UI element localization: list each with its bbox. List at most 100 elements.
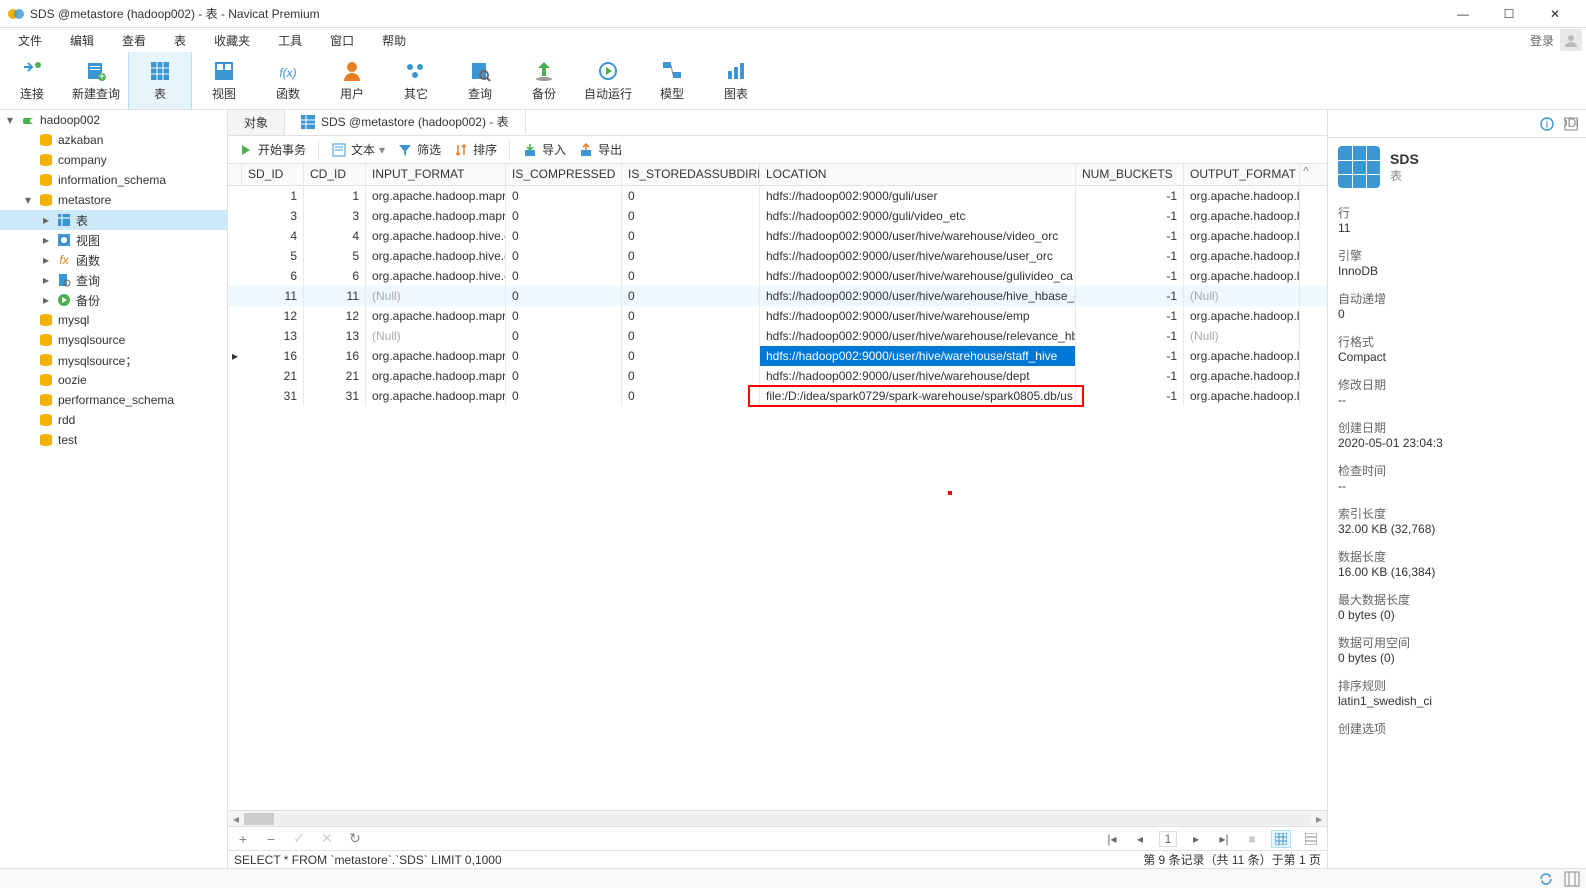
col-CD_ID[interactable]: CD_ID <box>304 164 366 184</box>
sort-button[interactable]: 排序 <box>453 141 497 158</box>
scroll-right-icon[interactable]: ▸ <box>1311 812 1327 826</box>
cell[interactable]: hdfs://hadoop002:9000/user/hive/warehous… <box>760 226 1076 246</box>
menu-收藏夹[interactable]: 收藏夹 <box>200 30 264 51</box>
toolbar-model-button[interactable]: 模型 <box>640 52 704 109</box>
cell[interactable]: org.apache.hadoop.h <box>1184 366 1300 386</box>
cell[interactable]: org.apache.hadoop.h <box>1184 346 1300 366</box>
cell[interactable]: file:/D:/idea/spark0729/spark-warehouse/… <box>760 386 1076 406</box>
cell[interactable]: 0 <box>506 306 622 326</box>
tree-azkaban[interactable]: azkaban <box>0 130 227 150</box>
grid-view-button[interactable] <box>1271 830 1291 848</box>
expand-icon[interactable]: ▾ <box>4 113 16 127</box>
ddl-icon[interactable]: DDL <box>1562 115 1580 133</box>
toolbar-view-button[interactable]: 视图 <box>192 52 256 109</box>
cell[interactable]: 1 <box>242 186 304 206</box>
toolbar-plug-button[interactable]: 连接 <box>0 52 64 109</box>
minimize-button[interactable]: — <box>1440 0 1486 28</box>
col-IS_STOREDASSUBDIRECT[interactable]: IS_STOREDASSUBDIRECT <box>622 164 760 184</box>
col-IS_COMPRESSED[interactable]: IS_COMPRESSED <box>506 164 622 184</box>
col-SD_ID[interactable]: SD_ID <box>242 164 304 184</box>
toolbar-backup-button[interactable]: 备份 <box>512 52 576 109</box>
menu-帮助[interactable]: 帮助 <box>368 30 420 51</box>
cell[interactable]: 4 <box>242 226 304 246</box>
cell[interactable]: 0 <box>506 206 622 226</box>
col-NUM_BUCKETS[interactable]: NUM_BUCKETS <box>1076 164 1184 184</box>
scroll-thumb[interactable] <box>244 813 274 825</box>
cell[interactable]: 11 <box>242 286 304 306</box>
cell[interactable]: 5 <box>242 246 304 266</box>
horizontal-scrollbar[interactable]: ◂ ▸ <box>228 810 1327 826</box>
cell[interactable]: org.apache.hadoop.h <box>1184 186 1300 206</box>
cell[interactable]: 0 <box>622 346 760 366</box>
cell[interactable]: org.apache.hadoop.h <box>1184 266 1300 286</box>
toolbar-query-button[interactable]: 查询 <box>448 52 512 109</box>
tree-oozie[interactable]: oozie <box>0 370 227 390</box>
cell[interactable]: org.apache.hadoop.h <box>1184 246 1300 266</box>
expand-icon[interactable]: ▸ <box>40 233 52 247</box>
table-row[interactable]: 1212org.apache.hadoop.mapr00hdfs://hadoo… <box>228 306 1327 326</box>
cell[interactable]: -1 <box>1076 206 1184 226</box>
tree-information_schema[interactable]: information_schema <box>0 170 227 190</box>
cell[interactable]: hdfs://hadoop002:9000/guli/video_etc <box>760 206 1076 226</box>
text-button[interactable]: 文本 ▾ <box>331 141 385 158</box>
col-OUTPUT_FORMAT[interactable]: OUTPUT_FORMAT <box>1184 164 1300 184</box>
cell[interactable]: -1 <box>1076 246 1184 266</box>
cell[interactable]: 12 <box>242 306 304 326</box>
cell[interactable]: -1 <box>1076 386 1184 406</box>
tree-备份[interactable]: ▸备份 <box>0 290 227 310</box>
table-row[interactable]: 55org.apache.hadoop.hive.c00hdfs://hadoo… <box>228 246 1327 266</box>
prev-page-button[interactable]: ◂ <box>1131 832 1149 846</box>
cell[interactable]: 3 <box>304 206 366 226</box>
expand-icon[interactable]: ▸ <box>40 273 52 287</box>
next-page-button[interactable]: ▸ <box>1187 832 1205 846</box>
cell[interactable]: 6 <box>304 266 366 286</box>
menu-工具[interactable]: 工具 <box>264 30 316 51</box>
cell[interactable]: org.apache.hadoop.h <box>1184 306 1300 326</box>
stop-button[interactable]: ■ <box>1243 832 1261 846</box>
sync-icon[interactable] <box>1538 871 1554 887</box>
info-icon[interactable]: i <box>1538 115 1556 133</box>
cell[interactable]: (Null) <box>366 326 506 346</box>
cell[interactable]: 31 <box>242 386 304 406</box>
cell[interactable]: 0 <box>506 246 622 266</box>
cell[interactable]: 0 <box>622 326 760 346</box>
cell[interactable]: org.apache.hadoop.hive.c <box>366 246 506 266</box>
cell[interactable]: 0 <box>506 326 622 346</box>
table-row[interactable]: 1111(Null)00hdfs://hadoop002:9000/user/h… <box>228 286 1327 306</box>
filter-button[interactable]: 筛选 <box>397 141 441 158</box>
cell[interactable]: org.apache.hadoop.mapr <box>366 386 506 406</box>
commit-button[interactable]: ✓ <box>290 830 308 847</box>
col-LOCATION[interactable]: LOCATION <box>760 164 1076 184</box>
avatar-icon[interactable] <box>1560 29 1582 51</box>
table-row[interactable]: 3131org.apache.hadoop.mapr00file:/D:/ide… <box>228 386 1327 406</box>
cell[interactable]: hdfs://hadoop002:9000/user/hive/warehous… <box>760 286 1076 306</box>
expand-icon[interactable]: ▸ <box>40 213 52 227</box>
cell[interactable]: org.apache.hadoop.h <box>1184 386 1300 406</box>
cell[interactable]: -1 <box>1076 346 1184 366</box>
cell[interactable]: org.apache.hadoop.mapr <box>366 366 506 386</box>
cell[interactable]: 1 <box>304 186 366 206</box>
table-row[interactable]: 11org.apache.hadoop.mapr00hdfs://hadoop0… <box>228 186 1327 206</box>
cell[interactable]: org.apache.hadoop.mapr <box>366 206 506 226</box>
toolbar-user-button[interactable]: 用户 <box>320 52 384 109</box>
login-link[interactable]: 登录 <box>1530 32 1554 49</box>
tree-company[interactable]: company <box>0 150 227 170</box>
menu-编辑[interactable]: 编辑 <box>56 30 108 51</box>
tree-metastore[interactable]: ▾metastore <box>0 190 227 210</box>
scroll-left-icon[interactable]: ◂ <box>228 812 244 826</box>
close-button[interactable]: ✕ <box>1532 0 1578 28</box>
cell[interactable]: hdfs://hadoop002:9000/user/hive/warehous… <box>760 366 1076 386</box>
export-button[interactable]: 导出 <box>578 141 622 158</box>
cell[interactable]: 0 <box>622 286 760 306</box>
cell[interactable]: 13 <box>242 326 304 346</box>
tree-函数[interactable]: ▸fx函数 <box>0 250 227 270</box>
cell[interactable]: -1 <box>1076 366 1184 386</box>
cell[interactable]: org.apache.hadoop.hive.c <box>366 266 506 286</box>
cell[interactable]: 0 <box>622 306 760 326</box>
toolbar-table-button[interactable]: 表 <box>128 52 192 109</box>
import-button[interactable]: 导入 <box>522 141 566 158</box>
expand-icon[interactable]: ▾ <box>22 193 34 207</box>
table-row[interactable]: 2121org.apache.hadoop.mapr00hdfs://hadoo… <box>228 366 1327 386</box>
cell[interactable]: -1 <box>1076 326 1184 346</box>
cell[interactable]: 5 <box>304 246 366 266</box>
